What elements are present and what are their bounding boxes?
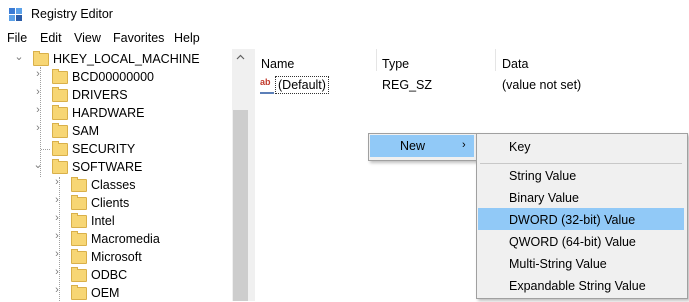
chevron-down-icon[interactable]: ⌄ — [14, 50, 24, 68]
folder-icon — [52, 141, 68, 156]
folder-icon — [71, 213, 87, 228]
tree-item-drivers[interactable]: DRIVERS — [72, 86, 128, 104]
value-data: (value not set) — [502, 78, 582, 92]
tree-item-security[interactable]: SECURITY — [72, 140, 135, 158]
tree-item-intel[interactable]: Intel — [91, 212, 115, 230]
submenu-item-string-value[interactable]: String Value — [509, 169, 576, 183]
folder-icon — [52, 159, 68, 174]
chevron-right-icon[interactable]: › — [33, 104, 43, 122]
column-divider[interactable] — [376, 49, 377, 71]
menu-view[interactable]: View — [74, 31, 101, 45]
chevron-down-icon[interactable]: ⌄ — [33, 158, 43, 176]
chevron-right-icon[interactable]: › — [52, 230, 62, 248]
chevron-right-icon[interactable]: › — [52, 284, 62, 302]
tree-item-oem[interactable]: OEM — [91, 284, 119, 302]
submenu-item-expandable-string-value[interactable]: Expandable String Value — [509, 279, 646, 293]
chevron-right-icon[interactable]: › — [52, 266, 62, 284]
tree-item-bcd[interactable]: BCD00000000 — [72, 68, 154, 86]
submenu-item-dword-value[interactable]: DWORD (32-bit) Value — [509, 213, 635, 227]
tree-item-hardware[interactable]: HARDWARE — [72, 104, 144, 122]
tree-item-macromedia[interactable]: Macromedia — [91, 230, 160, 248]
folder-icon — [52, 123, 68, 138]
tree-item-odbc[interactable]: ODBC — [91, 266, 127, 284]
column-header-data[interactable]: Data — [502, 57, 528, 71]
chevron-right-icon[interactable]: › — [33, 68, 43, 86]
menu-edit[interactable]: Edit — [40, 31, 62, 45]
menu-favorites[interactable]: Favorites — [113, 31, 164, 45]
folder-icon — [33, 51, 49, 66]
scroll-up-icon[interactable] — [232, 49, 249, 66]
chevron-right-icon[interactable]: › — [33, 86, 43, 104]
chevron-right-icon[interactable]: › — [52, 176, 62, 194]
value-name[interactable]: (Default) — [278, 78, 326, 92]
menu-separator — [480, 163, 682, 164]
folder-icon — [71, 177, 87, 192]
string-value-icon: ab — [260, 78, 274, 94]
submenu-arrow-icon: › — [462, 139, 466, 151]
column-header-name[interactable]: Name — [261, 57, 294, 71]
submenu-item-key[interactable]: Key — [509, 140, 531, 154]
folder-icon — [71, 195, 87, 210]
chevron-right-icon[interactable]: › — [52, 194, 62, 212]
chevron-right-icon[interactable]: › — [33, 122, 43, 140]
context-menu-new-label: New — [400, 139, 426, 153]
scrollbar-thumb[interactable] — [233, 110, 248, 301]
submenu-item-qword-value[interactable]: QWORD (64-bit) Value — [509, 235, 636, 249]
tree-item-software[interactable]: SOFTWARE — [72, 158, 142, 176]
submenu-item-binary-value[interactable]: Binary Value — [509, 191, 579, 205]
menu-help[interactable]: Help — [174, 31, 200, 45]
chevron-right-icon[interactable]: › — [52, 248, 62, 266]
value-type: REG_SZ — [382, 78, 433, 92]
column-divider[interactable] — [495, 49, 496, 71]
submenu-item-multi-string-value[interactable]: Multi-String Value — [509, 257, 607, 271]
chevron-right-icon[interactable]: › — [52, 212, 62, 230]
folder-icon — [52, 87, 68, 102]
tree-item-hklm[interactable]: HKEY_LOCAL_MACHINE — [53, 50, 200, 68]
folder-icon — [71, 249, 87, 264]
tree-connector — [41, 149, 50, 150]
menu-bar — [0, 28, 689, 48]
folder-icon — [71, 231, 87, 246]
tree-item-clients[interactable]: Clients — [91, 194, 129, 212]
menu-file[interactable]: File — [7, 31, 27, 45]
folder-icon — [52, 69, 68, 84]
folder-icon — [71, 285, 87, 300]
column-header-type[interactable]: Type — [382, 57, 409, 71]
tree-item-classes[interactable]: Classes — [91, 176, 135, 194]
tree-item-sam[interactable]: SAM — [72, 122, 99, 140]
window-title: Registry Editor — [31, 7, 113, 21]
folder-icon — [52, 105, 68, 120]
folder-icon — [71, 267, 87, 282]
registry-editor-icon — [8, 7, 23, 22]
tree-item-microsoft[interactable]: Microsoft — [91, 248, 142, 266]
